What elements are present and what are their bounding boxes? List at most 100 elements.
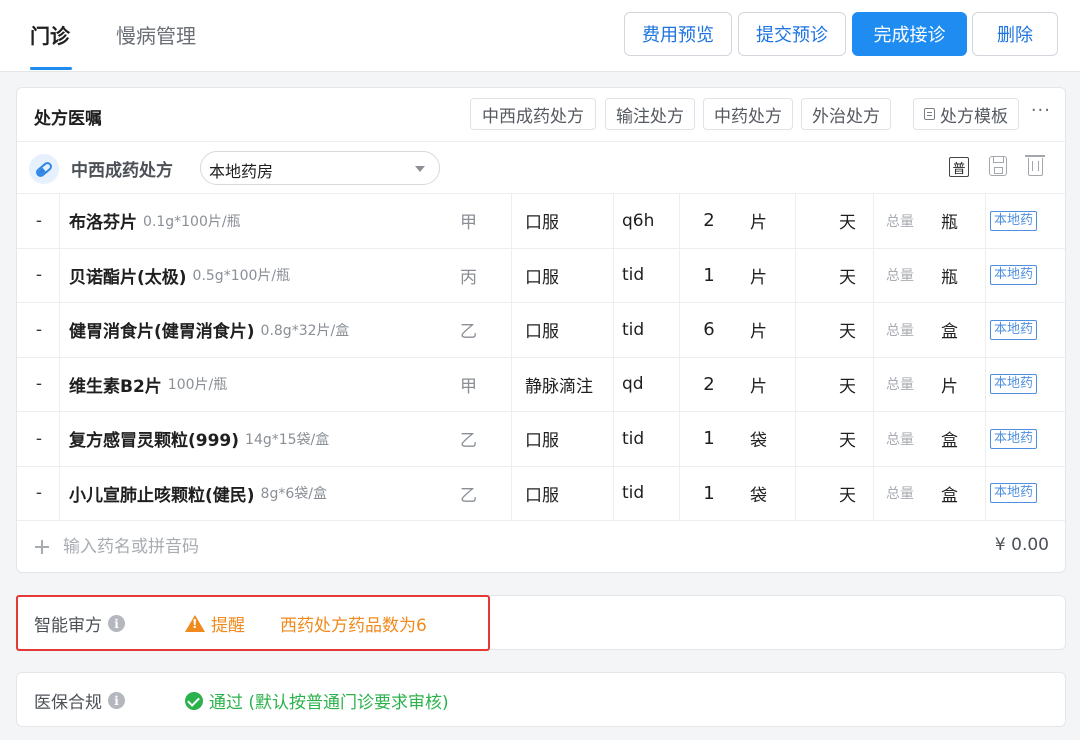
prescription-card: 处方医嘱 中西成药处方 输注处方 中药处方 外治处方 处方模板 ··· 中西成药… [16,87,1066,573]
medication-row[interactable]: - 贝诺酯片(太极) 0.5g*100片/瓶 丙 口服 tid 1 片 天 总量 … [17,248,1065,303]
medication-row[interactable]: - 维生素B2片 100片/瓶 甲 静脉滴注 qd 2 片 天 总量 片 本地药 [17,357,1065,412]
insurance-grade: 甲 [460,376,477,397]
pharmacy-select[interactable]: 本地药房 [200,151,440,185]
frequency-field[interactable]: tid [622,412,682,466]
route-field[interactable]: 口服 [525,467,620,521]
more-icon[interactable]: ··· [1031,100,1051,121]
days-field[interactable]: 天 [839,358,863,412]
dose-unit: 片 [750,376,767,397]
package-unit: 片 [941,376,958,397]
package-unit: 盒 [941,322,958,343]
drug-cell: 小儿宣肺止咳颗粒(健民) 8g*6袋/盒 [69,467,459,521]
medication-row[interactable]: - 健胃消食片(健胃消食片) 0.8g*32片/盒 乙 口服 tid 6 片 天 … [17,303,1065,358]
tab-herbal-rx[interactable]: 中药处方 [703,98,793,130]
chevron-down-icon [415,166,425,172]
days-field[interactable]: 天 [839,194,863,248]
medication-row[interactable]: - 布洛芬片 0.1g*100片/瓶 甲 口服 q6h 2 片 天 总量 瓶 本地… [17,194,1065,249]
total-field[interactable]: 总量 [886,303,926,357]
dose-field[interactable]: 1 [689,412,729,466]
drug-spec: 0.5g*100片/瓶 [192,268,291,285]
delete-button[interactable]: 删除 [972,12,1058,56]
prescription-subheader: 中西成药处方 本地药房 普 [17,142,1065,194]
submit-precheck-button[interactable]: 提交预诊 [738,12,846,56]
medication-row[interactable]: - 小儿宣肺止咳颗粒(健民) 8g*6袋/盒 乙 口服 tid 1 袋 天 总量 … [17,466,1065,521]
frequency-field[interactable]: q6h [622,194,682,248]
total-field[interactable]: 总量 [886,412,926,466]
info-icon[interactable]: i [108,615,125,632]
review-level: 提醒 [211,616,245,636]
info-icon[interactable]: i [108,692,125,709]
local-drug-tag: 本地药 [990,358,1038,412]
finish-visit-button[interactable]: 完成接诊 [852,12,967,56]
drug-name: 健胃消食片(健胃消食片) [69,322,255,343]
dose-field[interactable]: 1 [689,467,729,521]
dose-field[interactable]: 1 [689,249,729,303]
drug-cell: 布洛芬片 0.1g*100片/瓶 [69,194,459,248]
tab-western-chinese-rx[interactable]: 中西成药处方 [470,98,596,130]
prescription-title: 处方医嘱 [34,109,102,129]
review-alert[interactable]: 提醒 [185,611,245,636]
pill-icon [29,154,59,184]
dose-unit: 袋 [750,485,767,506]
total-field[interactable]: 总量 [886,358,926,412]
row-dash: - [35,374,43,395]
days-field[interactable]: 天 [839,412,863,466]
medication-row[interactable]: - 复方感冒灵颗粒(999) 14g*15袋/盒 乙 口服 tid 1 袋 天 总… [17,412,1065,467]
smart-review-card: 智能审方 i 提醒 西药处方药品数为6 [16,595,1066,650]
top-bar: 门诊 慢病管理 费用预览 提交预诊 完成接诊 删除 [0,0,1080,72]
cost-preview-button[interactable]: 费用预览 [624,12,732,56]
compliance-status: 通过 (默认按普通门诊要求审核) [185,688,449,713]
drug-cell: 健胃消食片(健胃消食片) 0.8g*32片/盒 [69,303,459,357]
tab-infusion-rx[interactable]: 输注处方 [605,98,695,130]
warning-icon [185,615,205,632]
compliance-status-text: 通过 (默认按普通门诊要求审核) [209,693,449,713]
frequency-field[interactable]: tid [622,249,682,303]
medication-list: - 布洛芬片 0.1g*100片/瓶 甲 口服 q6h 2 片 天 总量 瓶 本地… [17,194,1065,521]
total-field[interactable]: 总量 [886,249,926,303]
drug-search-input[interactable] [63,533,563,561]
drug-cell: 复方感冒灵颗粒(999) 14g*15袋/盒 [69,412,459,466]
drug-spec: 8g*6袋/盒 [260,486,327,503]
days-field[interactable]: 天 [839,467,863,521]
local-drug-tag: 本地药 [990,194,1038,248]
drug-spec: 100片/瓶 [167,377,228,394]
template-button[interactable]: 处方模板 [913,98,1019,130]
dose-unit: 袋 [750,431,767,452]
prescription-type-title: 中西成药处方 [71,161,173,181]
local-drug-tag: 本地药 [990,303,1038,357]
drug-spec: 0.1g*100片/瓶 [143,213,241,230]
save-icon[interactable] [989,156,1007,176]
days-field[interactable]: 天 [839,303,863,357]
frequency-field[interactable]: tid [622,467,682,521]
drug-spec: 14g*15袋/盒 [245,431,330,448]
insurance-grade: 丙 [460,267,477,288]
route-field[interactable]: 口服 [525,303,620,357]
dose-unit: 片 [750,267,767,288]
route-field[interactable]: 口服 [525,249,620,303]
total-field[interactable]: 总量 [886,467,926,521]
route-field[interactable]: 口服 [525,412,620,466]
dose-field[interactable]: 2 [689,194,729,248]
row-dash: - [35,210,43,231]
total-field[interactable]: 总量 [886,194,926,248]
frequency-field[interactable]: tid [622,303,682,357]
frequency-field[interactable]: qd [622,358,682,412]
drug-name: 布洛芬片 [69,213,137,234]
trash-icon[interactable] [1025,155,1045,176]
dose-field[interactable]: 6 [689,303,729,357]
route-field[interactable]: 口服 [525,194,620,248]
tab-external-rx[interactable]: 外治处方 [801,98,891,130]
dose-unit: 片 [750,213,767,234]
local-drug-tag: 本地药 [990,467,1038,521]
tab-outpatient[interactable]: 门诊 [30,20,70,49]
tab-chronic-disease[interactable]: 慢病管理 [116,20,196,49]
route-field[interactable]: 静脉滴注 [525,358,620,412]
total-price: ¥ 0.00 [994,535,1049,555]
ordinary-badge[interactable]: 普 [949,157,969,177]
days-field[interactable]: 天 [839,249,863,303]
pharmacy-value: 本地药房 [209,162,274,181]
plus-icon[interactable] [35,540,49,554]
dose-field[interactable]: 2 [689,358,729,412]
drug-name: 维生素B2片 [69,376,162,397]
compliance-label: 医保合规 i [34,688,125,713]
